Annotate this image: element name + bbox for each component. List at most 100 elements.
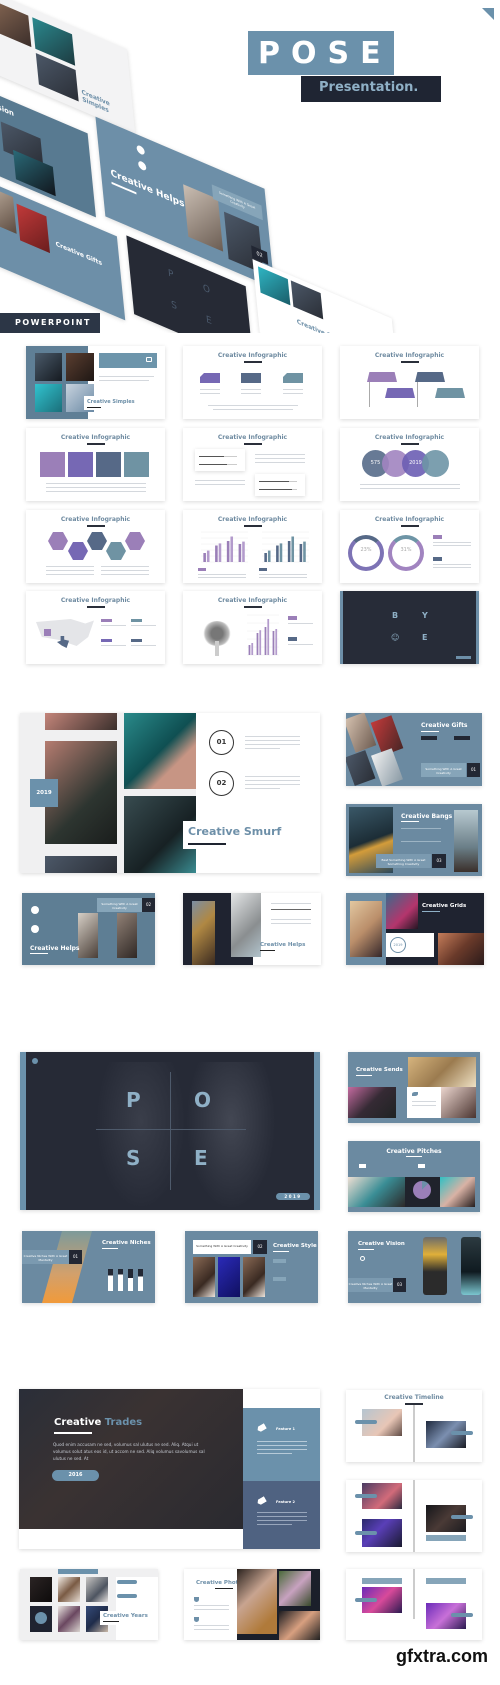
year-label: 2019: [284, 1194, 302, 1199]
bar-series-1-d: [272, 631, 275, 655]
bar-series-1-c: [226, 541, 230, 562]
donut-chart: 31%: [388, 535, 424, 571]
slide-photo: [35, 384, 62, 412]
slide-photo: [30, 1577, 52, 1602]
slide-creative-timeline-1: Creative Timeline: [346, 1390, 482, 1462]
tablet-icon: [241, 373, 261, 383]
slide-infographic-donuts: Creative Infographic 23% 31%: [340, 510, 479, 583]
slide-photo: [58, 1606, 80, 1632]
phone-photo: [423, 1237, 447, 1295]
camera-icon: [146, 357, 152, 362]
smile-icon: ☺: [391, 633, 400, 642]
background-photo: [186, 1062, 276, 1210]
slide-infographic-progress: Creative Infographic: [183, 428, 322, 501]
year-pill: 2016: [52, 1470, 99, 1481]
mockup-title: Creative Vision: [0, 85, 15, 119]
donut-chart: 23%: [348, 535, 384, 571]
bar-series-2-d: [303, 541, 306, 562]
slide-photo: [193, 1257, 215, 1297]
bar-chart-1: [201, 531, 248, 563]
phone-photo: [461, 1237, 481, 1295]
bar-chart-2: [262, 531, 309, 563]
corner-triangle-icon: [482, 8, 494, 20]
slide-title: Creative Bangs: [401, 813, 453, 820]
bar-series-1-d: [238, 544, 242, 562]
slide-photo: [58, 1577, 80, 1602]
slide-title: Creative Infographic: [374, 516, 445, 523]
leaf-icon: [412, 1092, 418, 1096]
pie-chart: [413, 1181, 431, 1199]
bar-series-2-c: [267, 619, 270, 655]
title-blue: Trades: [104, 1417, 143, 1428]
bar-series-2-b: [218, 543, 222, 562]
cover-letter: O: [194, 1088, 212, 1112]
slide-photo: [86, 1577, 108, 1602]
progress-bar: [199, 456, 224, 457]
bar-series-1-c: [264, 627, 267, 655]
title-white: Creative: [54, 1417, 102, 1428]
step-02-badge: 02: [209, 771, 234, 796]
slide-photo: [45, 713, 117, 730]
slide-title: Creative Infographic: [374, 352, 445, 359]
slide-creative-trades: Creative Trades Quod enim accusam ne sed…: [19, 1389, 320, 1549]
trophy-icon: [194, 1597, 199, 1602]
slide-photo: [279, 1611, 320, 1640]
slide-creative-helps-blue: Something With A Great Creativity 02 Cre…: [22, 893, 155, 965]
trophy-icon: [194, 1617, 199, 1622]
bar-series-1-b: [215, 545, 218, 562]
slide-title: Creative Years: [103, 1613, 148, 1619]
mockup-photo: [16, 203, 50, 254]
phone-photo: [78, 913, 98, 958]
bar-series-1-b: [276, 545, 279, 562]
slide-creative-timeline-3: [346, 1569, 482, 1640]
slide-photo: [350, 901, 382, 957]
slide-photo: [30, 1606, 52, 1632]
slide-title: Creative Gifts: [421, 722, 468, 729]
slide-infographic-bar-charts: Creative Infographic: [183, 510, 322, 583]
cover-letter: P: [167, 268, 175, 281]
slide-photo: [45, 856, 117, 873]
slide-title: Creative Infographic: [374, 434, 445, 441]
bar-series-1-a: [264, 553, 267, 562]
slide-title: Creative Infographic: [217, 434, 288, 441]
bye-letter: E: [422, 633, 428, 642]
stacked-bar: [108, 1269, 113, 1291]
slide-title: Creative Grids: [422, 903, 467, 909]
cover-letter: P: [126, 1088, 141, 1112]
bar-series-2-b: [279, 543, 283, 562]
step-01-badge: 01: [209, 730, 234, 755]
cover-letter: O: [202, 282, 211, 297]
slide-creative-helps-white: Creative Helps: [183, 893, 321, 965]
slide-title: Creative Niches: [102, 1240, 151, 1246]
slide-caption: Something With A Great Creativity: [421, 763, 466, 777]
slide-infographic-tree-chart: Creative Infographic: [183, 591, 322, 664]
bar-series-1-d: [299, 544, 303, 562]
slide-photo: [408, 1057, 476, 1087]
year-pill: 2019: [276, 1193, 310, 1200]
slide-title: Creative Timeline: [384, 1394, 444, 1401]
slide-creative-sends: Creative Sends: [348, 1052, 480, 1123]
slide-photo: [438, 933, 484, 965]
slide-photo: [66, 353, 94, 381]
social-tree-icon: [197, 616, 237, 656]
slide-creative-style: Something With A Great Creativity 02 Cre…: [185, 1231, 318, 1303]
cover-letter: S: [126, 1146, 141, 1170]
slide-photo: [440, 1177, 475, 1207]
cover-letter: E: [205, 314, 213, 328]
slide-title: Creative Infographic: [60, 516, 131, 523]
stacked-bar: [138, 1269, 143, 1291]
progress-bar: [259, 489, 292, 490]
feature-label: Feature 1: [276, 1427, 295, 1431]
mockup-photo: [257, 266, 291, 306]
slide-bye: B Y ☺ E: [340, 591, 479, 664]
slide-photo: [279, 1571, 311, 1606]
slide-photo: [243, 1257, 265, 1297]
bar-series-2-d: [242, 541, 245, 562]
slide-creative-pitches: Creative Pitches: [348, 1141, 480, 1212]
slide-creative-simples: Creative Simples: [26, 346, 165, 419]
slide-title: Creative Infographic: [217, 597, 288, 604]
background-photo: [96, 1062, 186, 1210]
slide-photo: [348, 1087, 396, 1118]
slide-title: Creative Style: [273, 1243, 317, 1249]
slide-infographic-circles: Creative Infographic 575 2019: [340, 428, 479, 501]
